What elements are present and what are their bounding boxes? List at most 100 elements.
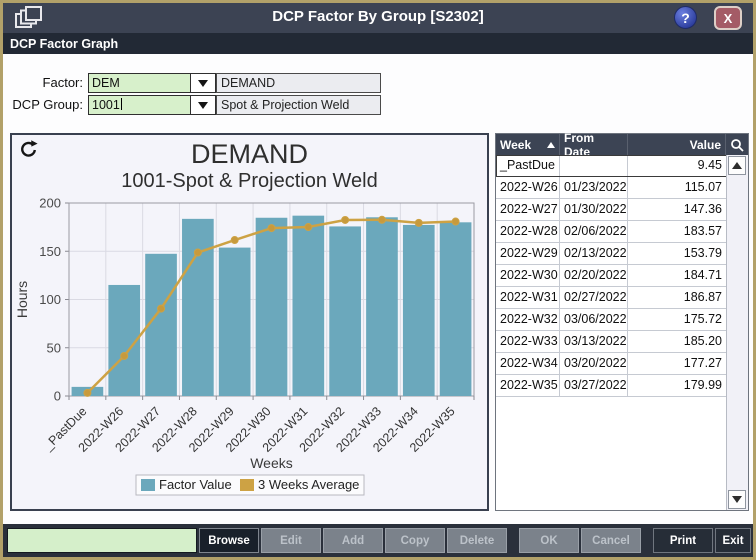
cell-value: 177.27 [628,353,727,375]
svg-text:150: 150 [39,244,61,259]
factor-row: Factor: DEM DEMAND [3,73,381,93]
text-cursor [121,98,122,110]
table-row[interactable]: 2022-W2902/13/2022153.79 [496,243,727,265]
cell-value: 115.07 [628,177,727,199]
table-header: Week From Date Value [496,134,748,155]
table-body: _PastDue9.452022-W2601/23/2022115.072022… [496,155,727,397]
cell-week: 2022-W28 [496,221,560,243]
factor-description-field: DEMAND [216,73,381,93]
svg-text:Factor Value: Factor Value [159,477,232,492]
refresh-icon[interactable] [17,138,41,162]
table-row[interactable]: _PastDue 9.45 [496,155,727,177]
cell-week: 2022-W35 [496,375,560,397]
factor-code-input[interactable]: DEM [88,73,191,93]
cell-from-date: 01/23/2022 [560,177,628,199]
table-row[interactable]: 2022-W2701/30/2022147.36 [496,199,727,221]
cell-value: 147.36 [628,199,727,221]
table-row[interactable]: 2022-W3002/20/2022184.71 [496,265,727,287]
cell-from-date: 01/30/2022 [560,199,628,221]
cell-from-date: 03/06/2022 [560,309,628,331]
table-row[interactable]: 2022-W3303/13/2022185.20 [496,331,727,353]
cell-week: 2022-W34 [496,353,560,375]
factor-table: Week From Date Value _PastDue9.452022-W2… [495,133,749,511]
column-header-week[interactable]: Week [496,134,560,155]
dcp-group-label: DCP Group: [3,95,88,115]
dcp-group-code-input[interactable]: 1001 [88,95,191,115]
window-title: DCP Factor By Group [S2302] [3,8,753,25]
status-field[interactable] [7,528,197,553]
table-scrollbar[interactable] [726,155,748,510]
dcp-group-row: DCP Group: 1001 Spot & Projection Weld [3,95,381,115]
svg-text:200: 200 [39,196,61,211]
chevron-down-icon [198,102,208,109]
titlebar: DCP Factor By Group [S2302] ? X [3,3,753,33]
chevron-down-icon [198,80,208,87]
svg-text:Hours: Hours [14,281,30,318]
factor-chart: 050100150200_PastDue2022-W262022-W272022… [12,193,487,505]
btn-browse[interactable]: Browse [199,528,259,553]
column-header-value[interactable]: Value [628,134,726,155]
cell-from-date: 02/06/2022 [560,221,628,243]
search-icon[interactable] [726,134,748,155]
btn-add: Add [323,528,383,553]
cell-from-date: 02/13/2022 [560,243,628,265]
svg-text:Weeks: Weeks [250,455,293,471]
cell-week: 2022-W29 [496,243,560,265]
cell-week: 2022-W33 [496,331,560,353]
scroll-down-icon[interactable] [728,490,746,509]
cell-from-date: 03/20/2022 [560,353,628,375]
help-icon[interactable]: ? [674,6,697,29]
close-icon[interactable]: X [714,6,742,30]
table-row[interactable]: 2022-W3403/20/2022177.27 [496,353,727,375]
cell-from-date: 02/20/2022 [560,265,628,287]
btn-exit[interactable]: Exit [715,528,751,553]
cell-week: _PastDue [496,155,560,177]
cell-value: 184.71 [628,265,727,287]
cell-value: 9.45 [628,155,727,177]
svg-text:50: 50 [47,340,61,355]
chart-title: DEMAND [12,139,487,169]
dcp-factor-window: DCP Factor By Group [S2302] ? X DCP Fact… [0,0,756,560]
cell-from-date [560,155,628,177]
scroll-up-icon[interactable] [728,156,746,175]
chart-subtitle: 1001-Spot & Projection Weld [12,169,487,193]
table-row[interactable]: 2022-W2802/06/2022183.57 [496,221,727,243]
chart-panel: DEMAND 1001-Spot & Projection Weld 0 50 10… [10,133,489,511]
cell-week: 2022-W31 [496,287,560,309]
btn-delete: Delete [447,528,507,553]
cell-from-date: 02/27/2022 [560,287,628,309]
factor-label: Factor: [3,73,88,93]
graph-section-bar: DCP Factor Graph [3,33,753,54]
table-row[interactable]: 2022-W3102/27/2022186.87 [496,287,727,309]
cell-value: 179.99 [628,375,727,397]
cell-week: 2022-W30 [496,265,560,287]
cell-value: 185.20 [628,331,727,353]
btn-ok: OK [519,528,579,553]
btn-cancel: Cancel [581,528,641,553]
sort-asc-icon [547,142,555,148]
cell-week: 2022-W32 [496,309,560,331]
svg-text:100: 100 [39,292,61,307]
cell-from-date: 03/13/2022 [560,331,628,353]
svg-text:0: 0 [54,389,61,404]
factor-dropdown-button[interactable] [191,73,216,93]
cell-value: 153.79 [628,243,727,265]
table-row[interactable]: 2022-W3203/06/2022175.72 [496,309,727,331]
cell-value: 186.87 [628,287,727,309]
dcp-group-description-field: Spot & Projection Weld [216,95,381,115]
cell-value: 175.72 [628,309,727,331]
table-row[interactable]: 2022-W3503/27/2022179.99 [496,375,727,397]
svg-text:3 Weeks Average: 3 Weeks Average [258,477,359,492]
cell-value: 183.57 [628,221,727,243]
bottom-toolbar: BrowseEditAddCopyDeleteOKCancelPrintExit [3,524,753,557]
btn-copy: Copy [385,528,445,553]
dcp-group-dropdown-button[interactable] [191,95,216,115]
graph-section-title: DCP Factor Graph [10,37,118,51]
cell-week: 2022-W27 [496,199,560,221]
column-header-from-date[interactable]: From Date [560,134,628,155]
cell-from-date: 03/27/2022 [560,375,628,397]
table-row[interactable]: 2022-W2601/23/2022115.07 [496,177,727,199]
button-row: BrowseEditAddCopyDeleteOKCancelPrintExit [197,528,751,553]
cell-week: 2022-W26 [496,177,560,199]
btn-print[interactable]: Print [653,528,713,553]
